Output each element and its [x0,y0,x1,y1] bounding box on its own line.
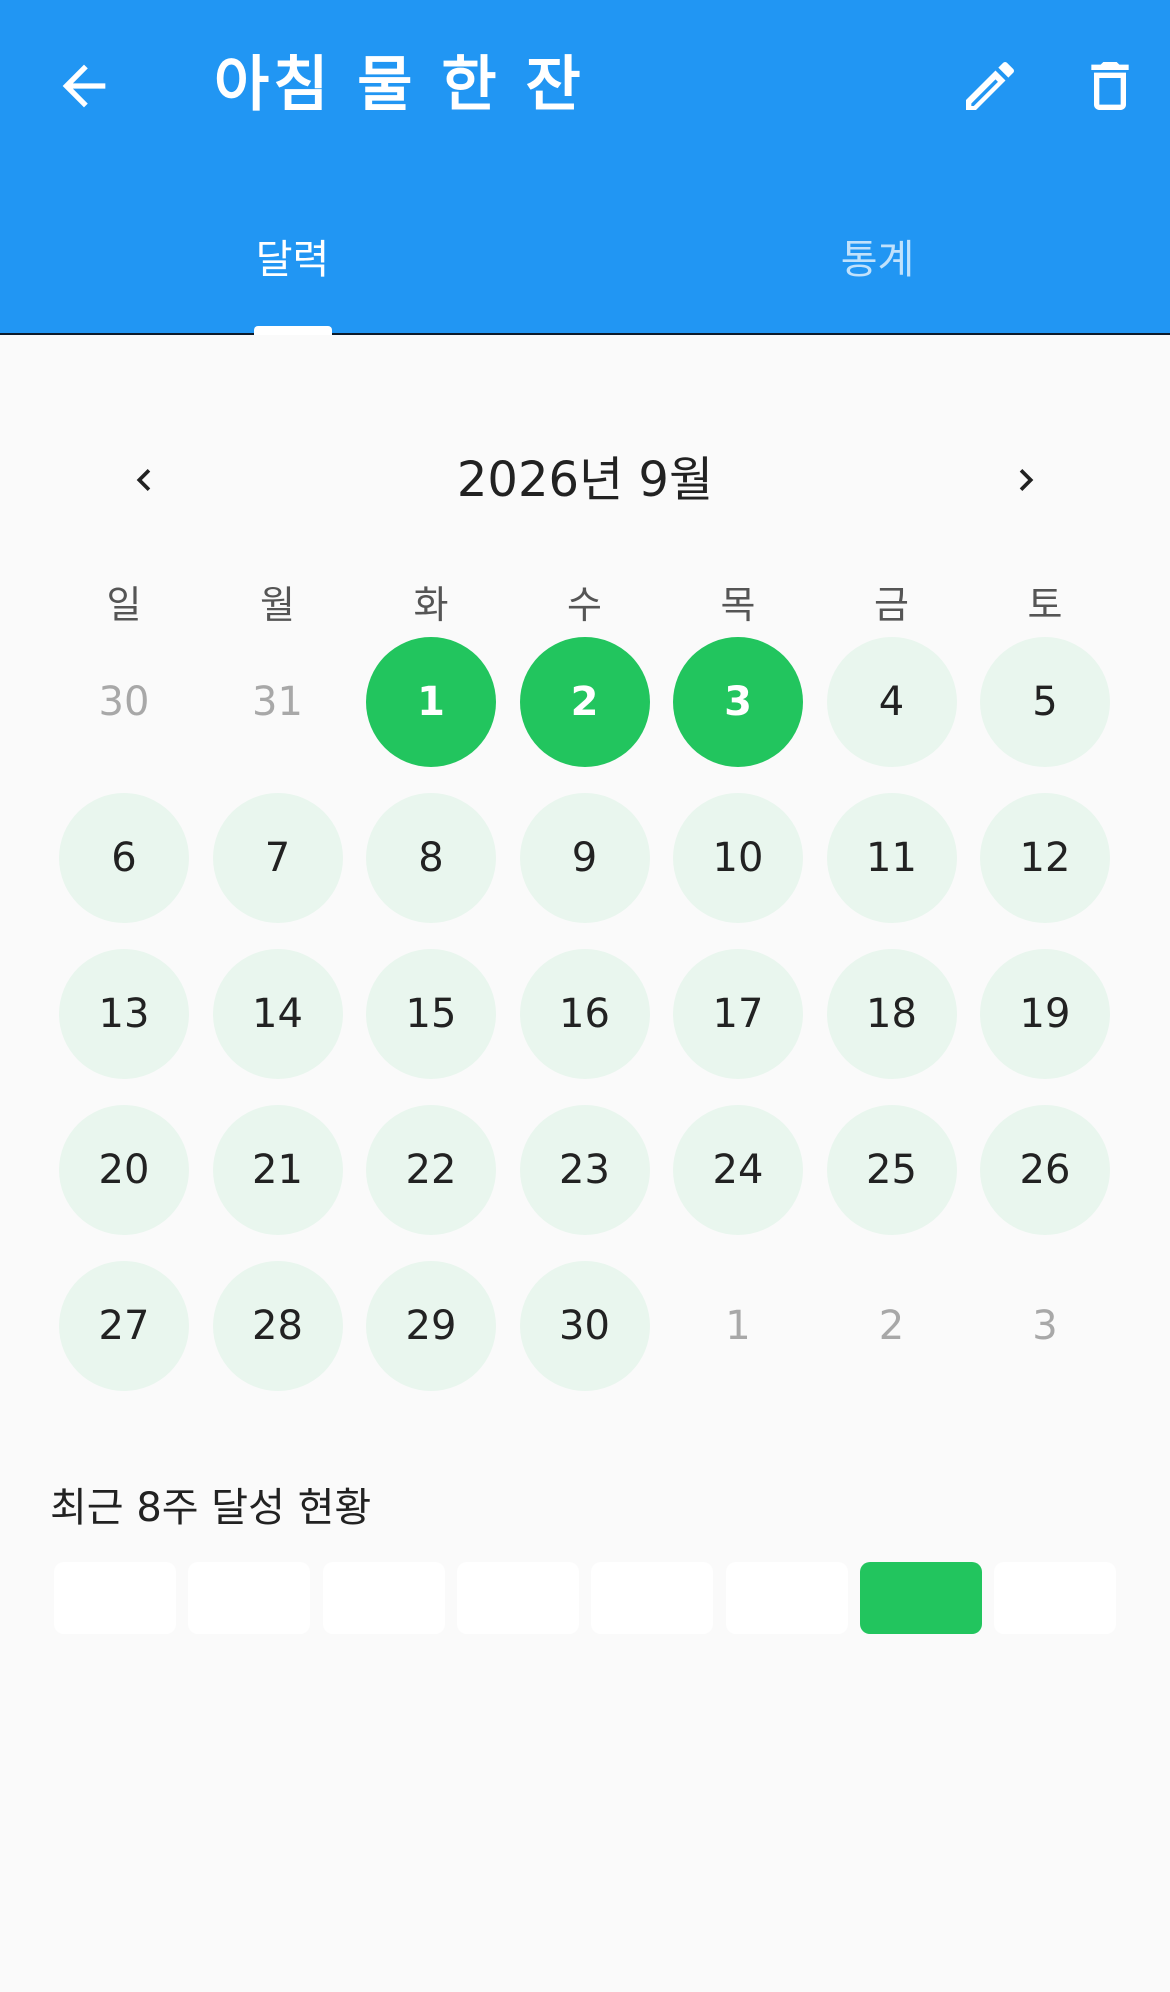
month-navigation: 2026년 9월 [0,440,1170,520]
calendar-day[interactable]: 11 [826,793,957,923]
calendar-day[interactable]: 2 [827,1261,957,1391]
calendar-day[interactable]: 31 [213,637,343,767]
calendar-day[interactable]: 9 [519,793,650,923]
calendar-day[interactable]: 26 [980,1105,1110,1235]
calendar-day[interactable]: 27 [59,1261,189,1391]
calendar-day[interactable]: 24 [673,1105,803,1235]
page-title: 아침 물 한 잔 [214,50,585,120]
calendar-day[interactable]: 8 [366,793,496,923]
calendar-day[interactable]: 10 [673,793,803,923]
weekday-label: 금 [874,583,909,627]
calendar-day[interactable]: 14 [212,949,343,1079]
chevron-right-icon [1019,469,1034,491]
calendar-day[interactable]: 13 [59,949,189,1079]
week-progress-cell [591,1562,714,1634]
week-progress-cell [188,1562,311,1634]
calendar-day[interactable]: 15 [366,949,496,1079]
back-button[interactable] [34,36,134,136]
previous-month-button[interactable] [104,440,184,520]
week-progress-cell [54,1562,176,1634]
calendar-day[interactable]: 17 [673,949,803,1079]
weekday-label: 화 [413,583,449,627]
chevron-left-icon [136,469,151,491]
week-progress-cell [994,1562,1117,1634]
calendar-day[interactable]: 21 [212,1105,343,1235]
app-bar: 아침 물 한 잔 달력 통계 [0,0,1170,335]
calendar-day[interactable]: 23 [519,1105,650,1235]
calendar-day[interactable]: 29 [366,1261,496,1391]
weekday-label: 목 [720,583,756,627]
calendar-day[interactable]: 7 [212,793,343,923]
edit-button[interactable] [940,36,1040,136]
calendar-day[interactable]: 5 [980,637,1110,767]
week-progress-cell [456,1562,579,1634]
calendar-day[interactable]: 3 [980,1261,1110,1391]
weekday-label: 토 [1027,583,1063,627]
calendar-day[interactable]: 30 [519,1261,650,1391]
calendar-day[interactable]: 22 [366,1105,496,1235]
calendar-day[interactable]: 1 [673,1261,803,1391]
delete-button[interactable] [1060,36,1160,136]
week-progress-cell [322,1562,445,1634]
week-progress-cell [725,1562,848,1634]
tab-indicator [254,326,332,335]
weekly-progress-title: 최근 8주 달성 현황 [50,1485,372,1531]
calendar-day[interactable]: 30 [59,637,189,767]
calendar-day[interactable]: 12 [980,793,1110,923]
calendar-day[interactable]: 18 [826,949,957,1079]
calendar-day[interactable]: 6 [59,793,189,923]
calendar-day[interactable]: 3 [673,637,803,767]
calendar-day[interactable]: 2 [519,637,650,767]
trash-icon [1091,62,1129,110]
tab-stats[interactable]: 통계 [585,220,1170,330]
pencil-icon [966,61,1015,110]
calendar-day[interactable]: 25 [826,1105,957,1235]
calendar-day[interactable]: 20 [59,1105,189,1235]
weekday-label: 일 [106,583,142,627]
week-progress-cell [859,1562,982,1634]
calendar-day[interactable]: 4 [826,637,957,767]
next-month-button[interactable] [986,440,1066,520]
weekday-label: 월 [260,583,295,627]
tab-calendar[interactable]: 달력 [0,220,585,330]
calendar-day[interactable]: 1 [366,637,496,767]
calendar-day[interactable]: 16 [519,949,650,1079]
weekday-label: 수 [567,583,602,627]
arrow-left-icon [62,64,106,108]
calendar-day[interactable]: 19 [980,949,1110,1079]
calendar-day[interactable]: 28 [212,1261,343,1391]
